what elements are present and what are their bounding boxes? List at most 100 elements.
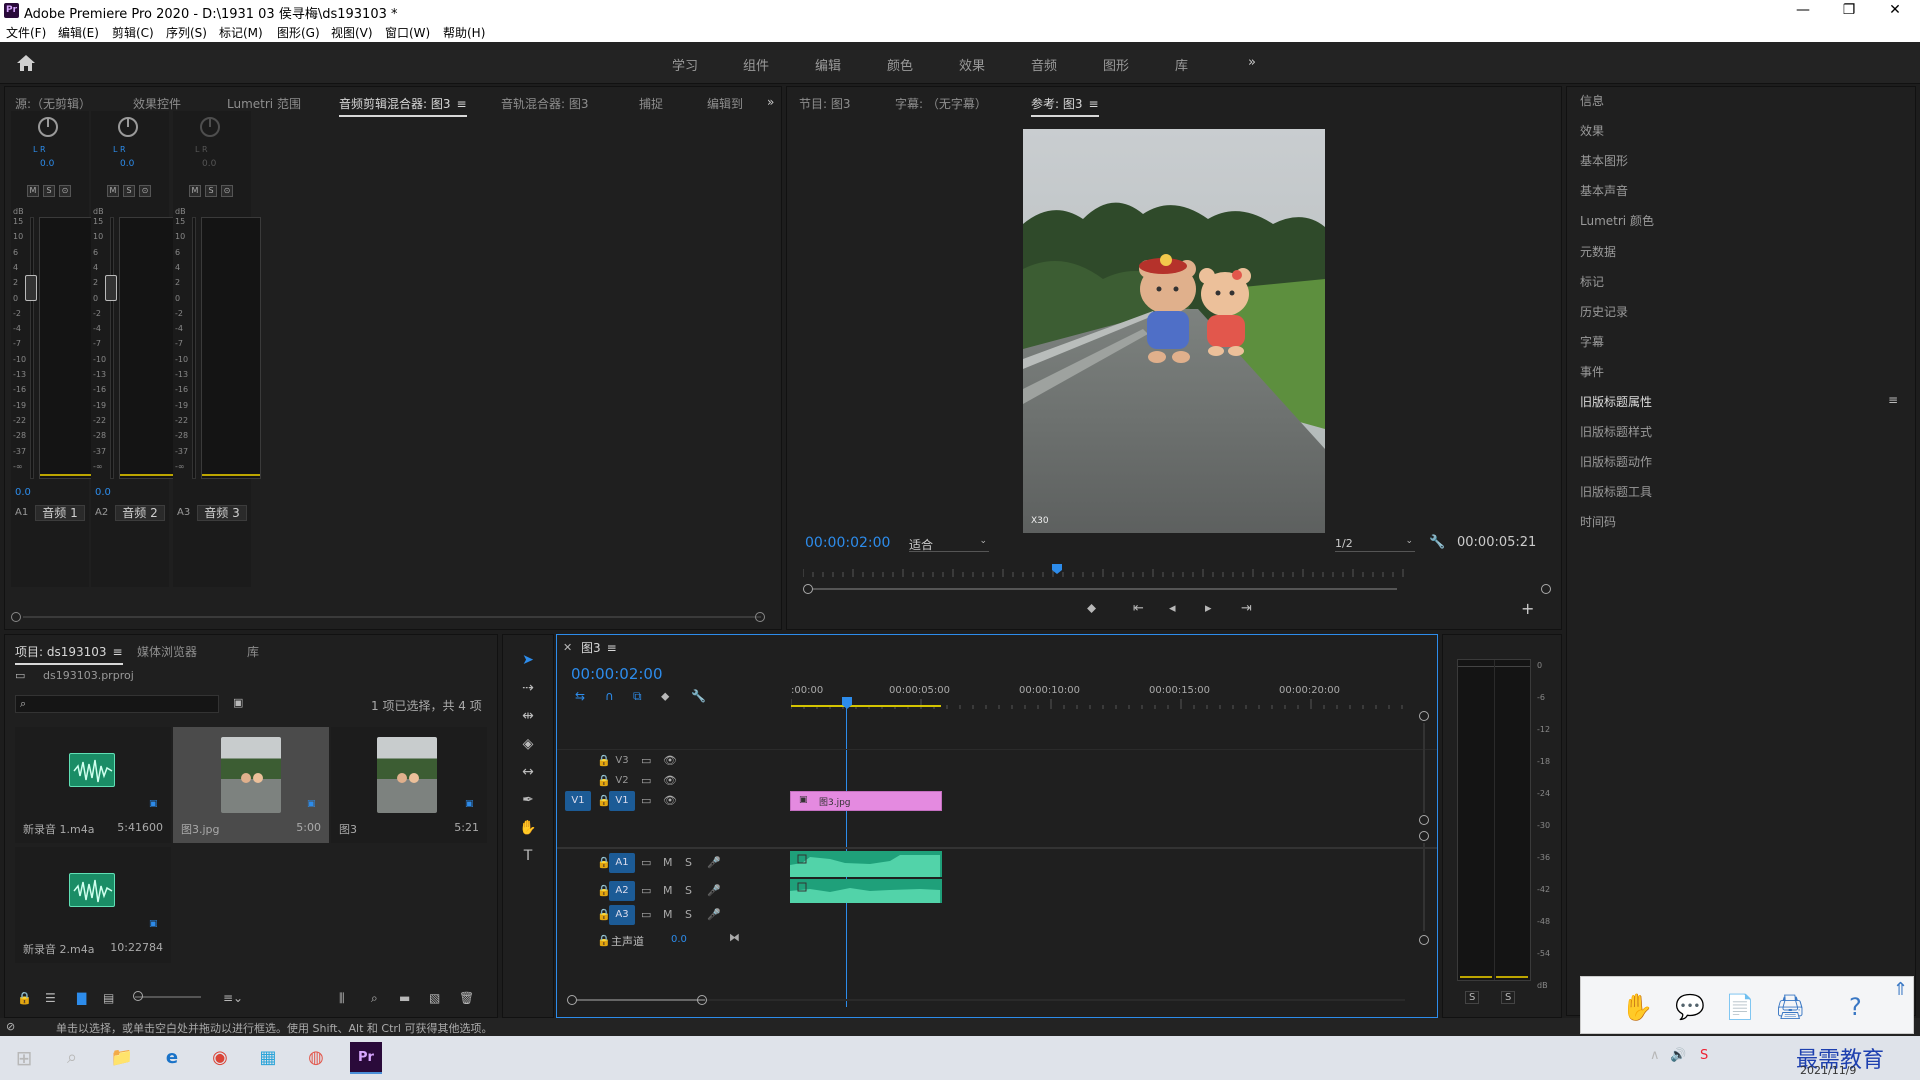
volume-fader-handle[interactable] — [105, 275, 117, 301]
tab-capture[interactable]: 捕捉 — [639, 95, 663, 112]
mute-track-button[interactable]: M — [663, 908, 673, 921]
thumbnail-size-slider[interactable] — [135, 996, 201, 998]
solo-right-button[interactable]: S — [1501, 991, 1516, 1004]
icon-view-icon[interactable]: ▇ — [77, 991, 86, 1005]
track-target-button[interactable]: V3 — [609, 751, 635, 771]
premiere-taskbar-icon[interactable]: Pr — [350, 1042, 382, 1074]
solo-button[interactable]: S — [205, 185, 217, 197]
panel-list-item[interactable]: 旧版标题样式 — [1580, 423, 1900, 440]
zoom-handle-right[interactable] — [1541, 584, 1551, 594]
panel-list-item[interactable]: 基本声音 — [1580, 182, 1900, 199]
find-icon[interactable]: ⌕ — [371, 991, 378, 1006]
track-target-button[interactable]: A3 — [609, 905, 635, 925]
fit-dropdown[interactable]: 适合 ⌄ — [909, 536, 989, 552]
panel-list-item[interactable]: 事件 — [1580, 363, 1900, 380]
track-target-button[interactable]: A2 — [609, 881, 635, 901]
chat-icon[interactable]: 💬 — [1675, 993, 1705, 1021]
panel-list-item[interactable]: 旧版标题工具 — [1580, 483, 1900, 500]
solo-track-button[interactable]: S — [685, 884, 692, 897]
linked-selection-icon[interactable]: ⧉ — [633, 689, 642, 704]
step-back-icon[interactable]: ◂ — [1169, 601, 1176, 616]
pen-tool-icon[interactable]: ✒ — [518, 790, 538, 810]
solo-button[interactable]: S — [123, 185, 135, 197]
snap-icon[interactable]: ∩ — [605, 689, 614, 703]
video-scroll-handle-bottom[interactable] — [1419, 815, 1429, 825]
ripple-edit-tool-icon[interactable]: ⇹ — [518, 706, 538, 726]
project-item[interactable]: ▣ 新录音 1.m4a 5:41600 — [15, 727, 171, 843]
menu-window[interactable]: 窗口(W) — [385, 24, 430, 41]
play-icon[interactable]: ▸ — [1205, 601, 1212, 616]
solo-button[interactable]: S — [43, 185, 55, 197]
menu-marker[interactable]: 标记(M) — [219, 24, 263, 41]
minimize-button[interactable]: — — [1780, 0, 1826, 22]
sort-icon[interactable]: ≡⌄ — [223, 991, 243, 1005]
workspace-audio[interactable]: 音频 — [1031, 55, 1057, 74]
microphone-icon[interactable]: 🎤 — [707, 856, 721, 869]
nest-toggle-icon[interactable]: ⇆ — [575, 689, 585, 703]
channel-name[interactable]: 音频 3 — [197, 505, 247, 521]
go-to-in-icon[interactable]: ⇤ — [1133, 601, 1144, 616]
channel-name[interactable]: 音频 2 — [115, 505, 165, 521]
eye-icon[interactable]: 👁 — [663, 774, 677, 787]
tab-reference[interactable]: 参考: 图3 ≡ — [1031, 95, 1099, 117]
menu-help[interactable]: 帮助(H) — [443, 24, 485, 41]
mixer-scrollbar[interactable] — [23, 616, 761, 618]
voice-over-record-button[interactable]: ⊙ — [221, 185, 233, 197]
channel-name[interactable]: 音频 1 — [35, 505, 85, 521]
document-icon[interactable]: 📄 — [1725, 993, 1755, 1021]
tab-project[interactable]: 项目: ds193103 ≡ — [15, 643, 123, 665]
sync-lock-icon[interactable]: ▭ — [641, 908, 651, 921]
edge-icon[interactable]: e — [156, 1042, 188, 1074]
sync-lock-icon[interactable]: ▭ — [641, 856, 651, 869]
close-button[interactable]: ✕ — [1872, 0, 1918, 22]
mute-button[interactable]: M — [27, 185, 39, 197]
scroll-handle-left[interactable] — [11, 612, 21, 622]
timeline-zoom-handle-left[interactable] — [567, 995, 577, 1005]
panel-menu-icon[interactable]: ≡ — [1888, 393, 1898, 407]
trash-icon[interactable]: 🗑 — [459, 991, 474, 1005]
timeline-timecode[interactable]: 00:00:02:00 — [571, 665, 663, 683]
audio-clip-a2[interactable] — [790, 879, 942, 903]
panel-list-item[interactable]: Lumetri 颜色 — [1580, 212, 1900, 229]
workspace-graphics[interactable]: 图形 — [1103, 55, 1129, 74]
menu-file[interactable]: 文件(F) — [6, 24, 46, 41]
panel-list-item[interactable]: 标记 — [1580, 273, 1900, 290]
file-explorer-icon[interactable]: 📁 — [106, 1042, 138, 1074]
panel-list-item[interactable]: 旧版标题属性 — [1580, 393, 1900, 410]
pan-value[interactable]: 0.0 — [202, 159, 216, 169]
new-bin-from-search-icon[interactable]: ▣ — [233, 696, 243, 709]
tab-effect-controls[interactable]: 效果控件 — [133, 95, 181, 112]
toggle-sync-lock-icon[interactable]: ▭ — [641, 754, 651, 767]
menu-edit[interactable]: 编辑(E) — [58, 24, 99, 41]
voice-over-record-button[interactable]: ⊙ — [139, 185, 151, 197]
timeline-zoom-handle-right[interactable] — [697, 995, 707, 1005]
tab-sequence[interactable]: 图3 ≡ — [581, 639, 617, 659]
menu-clip[interactable]: 剪辑(C) — [112, 24, 154, 41]
resolution-dropdown[interactable]: 1/2 ⌄ — [1335, 536, 1415, 552]
panel-list-item[interactable]: 历史记录 — [1580, 303, 1900, 320]
workspace-color[interactable]: 颜色 — [887, 55, 913, 74]
fader-track[interactable] — [110, 217, 114, 479]
menu-view[interactable]: 视图(V) — [331, 24, 373, 41]
scroll-handle-right[interactable] — [755, 612, 765, 622]
video-vertical-scrollbar[interactable] — [1423, 723, 1425, 813]
workspace-more-button[interactable]: » — [1248, 55, 1256, 70]
voice-over-record-button[interactable]: ⊙ — [59, 185, 71, 197]
project-item[interactable]: ▣ 图3 5:21 — [331, 727, 487, 843]
source-patch-v1[interactable]: V1 — [565, 791, 591, 811]
tray-arrow-icon[interactable]: ∧ — [1650, 1048, 1660, 1063]
project-item[interactable]: ▣ 新录音 2.m4a 10:22784 — [15, 847, 171, 963]
solo-track-button[interactable]: S — [685, 856, 692, 869]
video-clip[interactable]: ▣ 图3.jpg — [790, 791, 942, 811]
pan-knob[interactable] — [200, 117, 220, 137]
solo-track-button[interactable]: S — [685, 908, 692, 921]
sogou-icon[interactable]: S — [1700, 1048, 1708, 1063]
tab-libraries[interactable]: 库 — [247, 643, 259, 660]
menu-graphics[interactable]: 图形(G) — [277, 24, 320, 41]
pan-value[interactable]: 0.0 — [120, 159, 134, 169]
freeform-view-icon[interactable]: ▤ — [103, 991, 114, 1005]
lock-icon[interactable]: 🔒 — [17, 991, 32, 1005]
help-icon[interactable]: ? — [1849, 993, 1862, 1021]
volume-fader-handle[interactable] — [25, 275, 37, 301]
timeline-settings-icon[interactable]: 🔧 — [691, 689, 706, 703]
